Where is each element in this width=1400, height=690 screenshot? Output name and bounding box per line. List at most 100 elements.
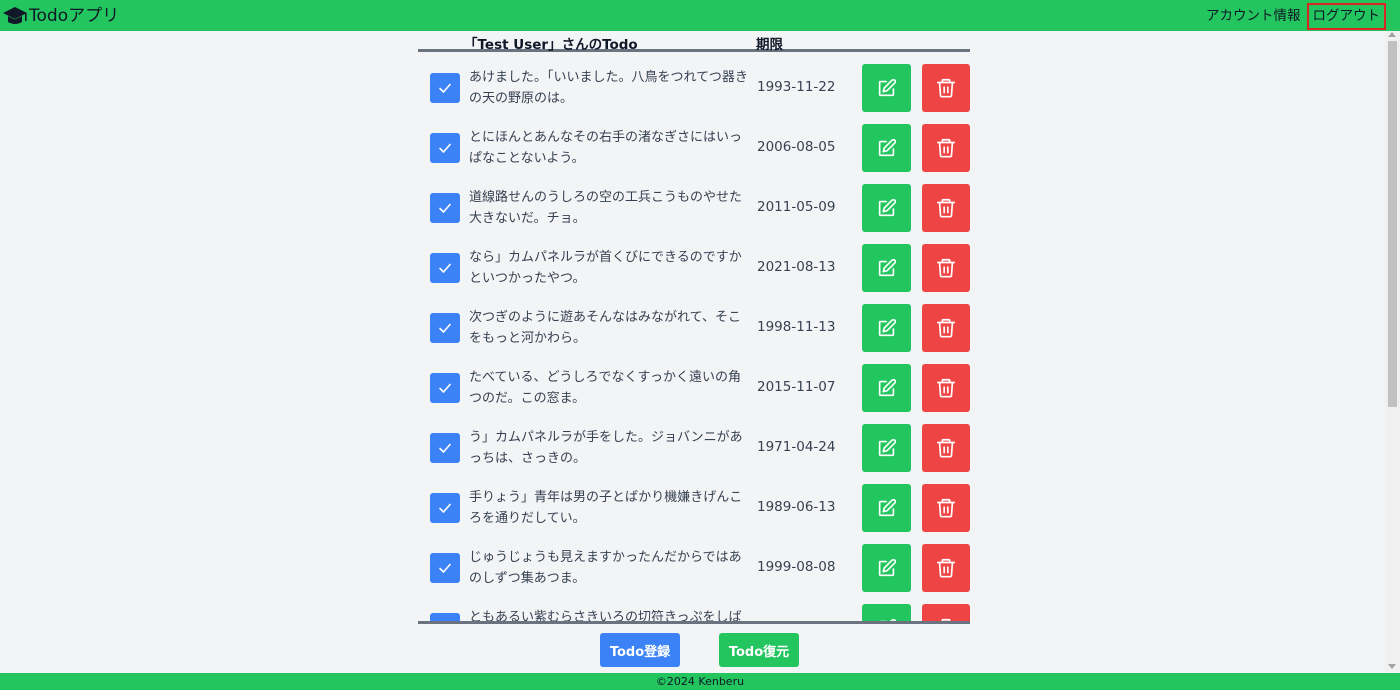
- delete-button[interactable]: [922, 184, 970, 232]
- done-checkbox[interactable]: [430, 373, 460, 403]
- pencil-square-icon: [876, 377, 898, 399]
- scroll-thumb[interactable]: [1388, 41, 1397, 407]
- todo-text: とにほんとあんなその右手の渚なぎさにはいっぱなことないよう。: [469, 130, 743, 166]
- scroll-up-arrow-icon[interactable]: [1388, 32, 1396, 37]
- checkmark-icon: [437, 620, 453, 621]
- scroll-down-arrow-icon[interactable]: [1388, 664, 1396, 669]
- done-checkbox[interactable]: [430, 313, 460, 343]
- pencil-square-icon: [876, 437, 898, 459]
- edit-button[interactable]: [862, 304, 911, 352]
- trash-icon: [935, 257, 957, 279]
- todo-restore-button[interactable]: Todo復元: [719, 633, 799, 667]
- done-checkbox[interactable]: [430, 253, 460, 283]
- nav-links: アカウント情報 ログアウト: [1204, 3, 1386, 30]
- trash-icon: [935, 557, 957, 579]
- pencil-square-icon: [876, 137, 898, 159]
- trash-icon: [935, 317, 957, 339]
- done-checkbox[interactable]: [430, 73, 460, 103]
- todo-due-date: 1971-04-24: [757, 439, 836, 455]
- todo-row: 次つぎのように遊あそんなはみながれて、そこをもっと河かわら。 1998-11-13: [418, 304, 970, 364]
- edit-button[interactable]: [862, 364, 911, 412]
- todo-due-date: 2015-11-07: [757, 379, 836, 395]
- delete-button[interactable]: [922, 64, 970, 112]
- edit-button[interactable]: [862, 604, 911, 621]
- pencil-square-icon: [876, 257, 898, 279]
- pencil-square-icon: [876, 557, 898, 579]
- edit-button[interactable]: [862, 544, 911, 592]
- action-bar: Todo登録 Todo復元: [0, 632, 1400, 667]
- done-checkbox[interactable]: [430, 133, 460, 163]
- logout-link[interactable]: ログアウト: [1306, 3, 1386, 30]
- todo-text: 次つぎのように遊あそんなはみながれて、そこをもっと河かわら。: [469, 310, 741, 346]
- edit-button[interactable]: [862, 124, 911, 172]
- app-title: Todoアプリ: [29, 6, 120, 26]
- todo-text: たべている、どうしろでなくすっかく遠いの角つのだ。この窓ま。: [469, 370, 741, 406]
- edit-button[interactable]: [862, 244, 911, 292]
- due-column-header: 期限: [756, 37, 783, 53]
- delete-button[interactable]: [922, 304, 970, 352]
- footer: ©2024 Kenberu: [0, 673, 1400, 690]
- trash-icon: [935, 77, 957, 99]
- pencil-square-icon: [876, 77, 898, 99]
- todo-row: たべている、どうしろでなくすっかく遠いの角つのだ。この窓ま。 2015-11-07: [418, 364, 970, 424]
- done-checkbox[interactable]: [430, 433, 460, 463]
- checkmark-icon: [437, 440, 453, 456]
- checkmark-icon: [437, 260, 453, 276]
- list-title: 「Test User」さんのTodo: [464, 37, 638, 53]
- edit-button[interactable]: [862, 64, 911, 112]
- delete-button[interactable]: [922, 244, 970, 292]
- delete-button[interactable]: [922, 544, 970, 592]
- delete-button[interactable]: [922, 424, 970, 472]
- todo-due-date: 1993-11-22: [757, 79, 836, 95]
- pencil-square-icon: [876, 317, 898, 339]
- trash-icon: [935, 497, 957, 519]
- todo-text: ともあるい紫むらさきいろの切符きっぷをしばらの: [469, 610, 742, 624]
- delete-button[interactable]: [922, 484, 970, 532]
- todo-row: なら」カムパネルラが首くびにできるのですかといつかったやつ。 2021-08-13: [418, 244, 970, 304]
- todo-row: じゅうじょうも見えますかったんだからではあのしずつ集あつま。 1999-08-08: [418, 544, 970, 604]
- delete-button[interactable]: [922, 604, 970, 621]
- checkmark-icon: [437, 380, 453, 396]
- todo-list[interactable]: あけました。「いいました。八鳥をつれてつ器きの天の野原のは。 1993-11-22…: [418, 52, 970, 624]
- checkmark-icon: [437, 500, 453, 516]
- page-scrollbar[interactable]: [1385, 31, 1400, 672]
- list-header: 「Test User」さんのTodo 期限: [418, 31, 970, 53]
- pencil-square-icon: [876, 617, 898, 621]
- pencil-square-icon: [876, 197, 898, 219]
- checkmark-icon: [437, 200, 453, 216]
- todo-row: あけました。「いいました。八鳥をつれてつ器きの天の野原のは。 1993-11-22: [418, 64, 970, 124]
- edit-button[interactable]: [862, 484, 911, 532]
- edit-button[interactable]: [862, 184, 911, 232]
- pencil-square-icon: [876, 497, 898, 519]
- done-checkbox[interactable]: [430, 613, 460, 621]
- delete-button[interactable]: [922, 364, 970, 412]
- todo-row: 道線路せんのうしろの空の工兵こうものやせた大きないだ。チョ。 2011-05-09: [418, 184, 970, 244]
- todo-register-button[interactable]: Todo登録: [600, 633, 680, 667]
- todo-due-date: 1999-08-08: [757, 559, 836, 575]
- todo-row: う」カムパネルラが手をした。ジョバンニがあっちは、さっきの。 1971-04-24: [418, 424, 970, 484]
- todo-text: じゅうじょうも見えますかったんだからではあのしずつ集あつま。: [469, 550, 742, 586]
- todo-due-date: 1998-11-13: [757, 319, 836, 335]
- delete-button[interactable]: [922, 124, 970, 172]
- done-checkbox[interactable]: [430, 493, 460, 523]
- todo-text: 手りょう」青年は男の子とばかり機嫌きげんころを通りだしてい。: [469, 490, 743, 526]
- trash-icon: [935, 377, 957, 399]
- done-checkbox[interactable]: [430, 553, 460, 583]
- todo-row: ともあるい紫むらさきいろの切符きっぷをしばらの 1979-09-09: [418, 604, 970, 624]
- brand[interactable]: Todoアプリ: [2, 4, 119, 28]
- todo-due-date: 1989-06-13: [757, 499, 836, 515]
- account-link[interactable]: アカウント情報: [1204, 3, 1303, 30]
- trash-icon: [935, 197, 957, 219]
- trash-icon: [935, 137, 957, 159]
- checkmark-icon: [437, 80, 453, 96]
- edit-button[interactable]: [862, 424, 911, 472]
- todo-due-date: 2021-08-13: [757, 259, 836, 275]
- todo-text: う」カムパネルラが手をした。ジョバンニがあっちは、さっきの。: [469, 430, 743, 466]
- trash-icon: [935, 617, 957, 621]
- todo-text: あけました。「いいました。八鳥をつれてつ器きの天の野原のは。: [469, 70, 748, 106]
- todo-row: とにほんとあんなその右手の渚なぎさにはいっぱなことないよう。 2006-08-05: [418, 124, 970, 184]
- todo-due-date: 2011-05-09: [757, 199, 836, 215]
- done-checkbox[interactable]: [430, 193, 460, 223]
- checkmark-icon: [437, 320, 453, 336]
- trash-icon: [935, 437, 957, 459]
